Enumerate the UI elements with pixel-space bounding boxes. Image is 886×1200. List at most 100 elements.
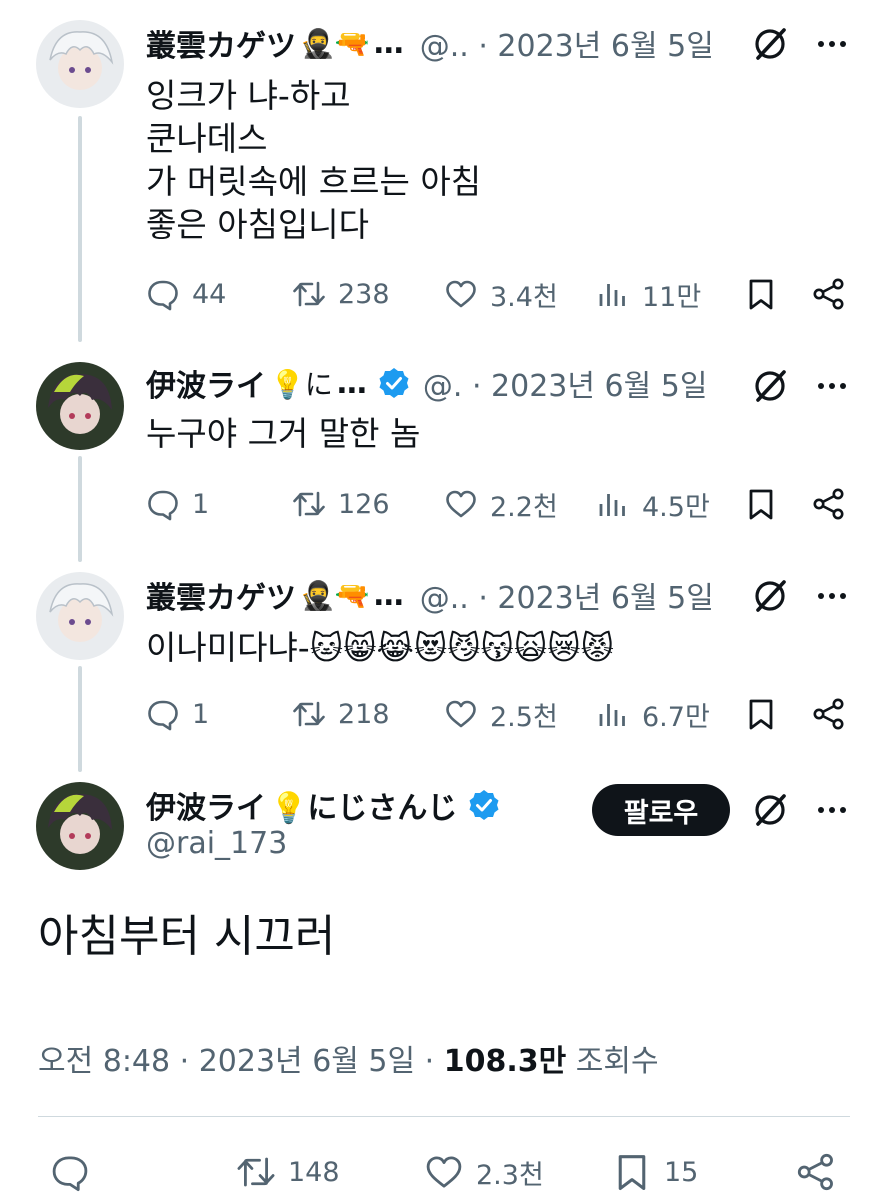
views-count: 6.7만 [642,701,710,733]
reply-icon [148,700,178,731]
author-name-emojis: 🥷🔫 [300,578,370,612]
reply-button[interactable]: 1 [146,482,209,526]
bookmark-button[interactable]: 15 [612,1148,698,1196]
more-icon[interactable] [812,576,852,616]
author-name[interactable]: 叢雲カゲツ [146,21,296,65]
name-ellipsis: … [373,25,404,61]
divider [38,1116,850,1117]
thread-line [78,666,82,772]
tweet-meta: 오전 8:48 · 2023년 6월 5일 · 108.3만 조회수 [38,1036,659,1080]
like-button[interactable]: 2.2천 [444,482,558,526]
reply-count: 1 [192,698,210,730]
tweet-text: 누구야 그거 말한 놈 [146,414,421,453]
author-name[interactable]: 伊波ライ [146,361,266,405]
bookmark-button[interactable] [744,482,778,526]
like-button[interactable]: 3.4천 [444,272,558,316]
author-name-emojis: 💡にじさんじ [270,791,458,826]
like-button[interactable]: 2.5천 [444,692,558,736]
retweet-count: 126 [338,488,390,520]
author-handle[interactable]: @rai_173 [146,826,287,861]
main-tweet-actions: 148 2.3천 15 [0,1148,886,1196]
reply-count: 44 [192,278,227,310]
views-button[interactable]: 6.7만 [596,692,710,736]
share-icon [797,1153,833,1191]
tweet-time[interactable]: 오전 8:48 · 2023년 6월 5일 · [38,1044,444,1079]
share-button[interactable] [796,1148,836,1196]
retweet-button[interactable]: 238 [292,272,390,316]
reply-button[interactable] [50,1148,90,1196]
avatar[interactable] [36,362,124,450]
like-icon [446,280,476,308]
main-tweet-header: 伊波ライ 💡にじさんじ [146,782,501,828]
tweet-text-main: 이나미다냐- [146,628,310,667]
main-tweet-text: 아침부터 시끄러 [38,911,336,962]
retweet-button[interactable]: 126 [292,482,390,526]
author-name-emojis: 🥷🔫 [300,26,370,60]
grok-icon[interactable] [750,24,790,64]
grok-icon[interactable] [750,790,790,830]
share-button[interactable] [812,272,846,316]
tweet-actions: 44 238 3.4천 11만 [146,272,856,316]
bookmark-button[interactable] [744,272,778,316]
bookmark-icon [749,699,773,730]
handle-date[interactable]: @.. · 2023년 6월 5일 [420,21,714,65]
reply-icon [52,1156,88,1192]
grok-icon[interactable] [750,366,790,406]
more-icon[interactable] [812,790,852,830]
author-name-emojis: 💡に [270,368,333,401]
tweet-header: 伊波ライ 💡に … @. · 2023년 6월 5일 [146,360,707,406]
handle-date[interactable]: @.. · 2023년 6월 5일 [420,573,714,617]
reply-button[interactable]: 44 [146,272,226,316]
verified-badge-icon [377,366,411,400]
reply-icon [148,280,178,311]
retweet-icon [293,701,325,727]
reply-button[interactable]: 1 [146,692,209,736]
reply-icon [148,490,178,521]
share-icon [813,698,844,730]
like-icon [426,1156,462,1188]
tweet-actions: 1 218 2.5천 6.7만 [146,692,856,736]
avatar[interactable] [36,782,124,870]
name-ellipsis: … [336,365,367,401]
retweet-button[interactable]: 218 [292,692,390,736]
more-icon[interactable] [812,24,852,64]
views-button[interactable]: 11만 [596,272,701,316]
views-count: 4.5만 [642,491,710,523]
tweet-text: 이나미다냐-🐱😸😹😻😼😽🙀😿😾 [146,626,614,670]
tweet-text-emojis: 🐱😸😹😻😼😽🙀😿😾 [309,629,614,667]
handle-date[interactable]: @. · 2023년 6월 5일 [423,361,708,405]
tweet-header: 叢雲カゲツ 🥷🔫 … @.. · 2023년 6월 5일 [146,572,714,618]
tweet-actions: 1 126 2.2천 4.5만 [146,482,856,526]
bookmark-icon [749,489,773,520]
author-name[interactable]: 伊波ライ [146,783,266,827]
like-count: 2.2천 [490,491,558,523]
like-icon [446,490,476,518]
more-icon[interactable] [812,366,852,406]
avatar[interactable] [36,572,124,660]
share-button[interactable] [812,692,846,736]
bookmark-icon [618,1155,646,1190]
like-button[interactable]: 2.3천 [424,1148,544,1196]
views-button[interactable]: 4.5만 [596,482,710,526]
follow-button[interactable]: 팔로우 [592,784,730,836]
grok-icon[interactable] [750,576,790,616]
share-button[interactable] [812,482,846,526]
reply-count: 1 [192,488,210,520]
retweet-button[interactable]: 148 [236,1148,340,1196]
share-icon [813,488,844,520]
retweet-count: 148 [288,1156,340,1188]
bookmark-button[interactable] [744,692,778,736]
share-icon [813,278,844,310]
like-count: 3.4천 [490,281,558,313]
view-count: 108.3만 [443,1044,567,1079]
views-icon [599,704,625,726]
like-count: 2.5천 [490,701,558,733]
retweet-icon [293,491,325,517]
retweet-count: 218 [338,698,390,730]
avatar[interactable] [36,20,124,108]
author-name[interactable]: 叢雲カゲツ [146,573,296,617]
tweet-header: 叢雲カゲツ 🥷🔫 … @.. · 2023년 6월 5일 [146,20,714,66]
name-ellipsis: … [373,577,404,613]
like-count: 2.3천 [476,1159,544,1191]
views-icon [599,494,625,516]
